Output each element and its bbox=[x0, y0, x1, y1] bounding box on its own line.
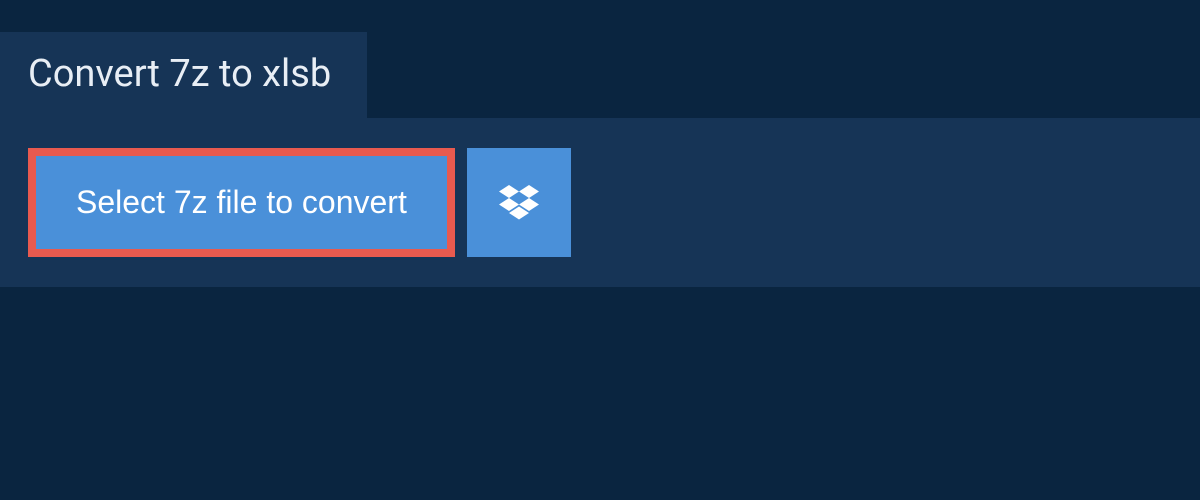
button-row: Select 7z file to convert bbox=[28, 148, 1172, 257]
dropbox-icon bbox=[499, 185, 539, 221]
select-file-button[interactable]: Select 7z file to convert bbox=[36, 156, 447, 249]
upload-panel: Select 7z file to convert bbox=[0, 118, 1200, 287]
page-title-text: Convert 7z to xlsb bbox=[28, 52, 331, 96]
dropbox-button[interactable] bbox=[467, 148, 571, 257]
select-file-label: Select 7z file to convert bbox=[76, 184, 407, 220]
page-title-tab: Convert 7z to xlsb bbox=[0, 32, 367, 118]
select-file-highlight: Select 7z file to convert bbox=[28, 148, 455, 257]
